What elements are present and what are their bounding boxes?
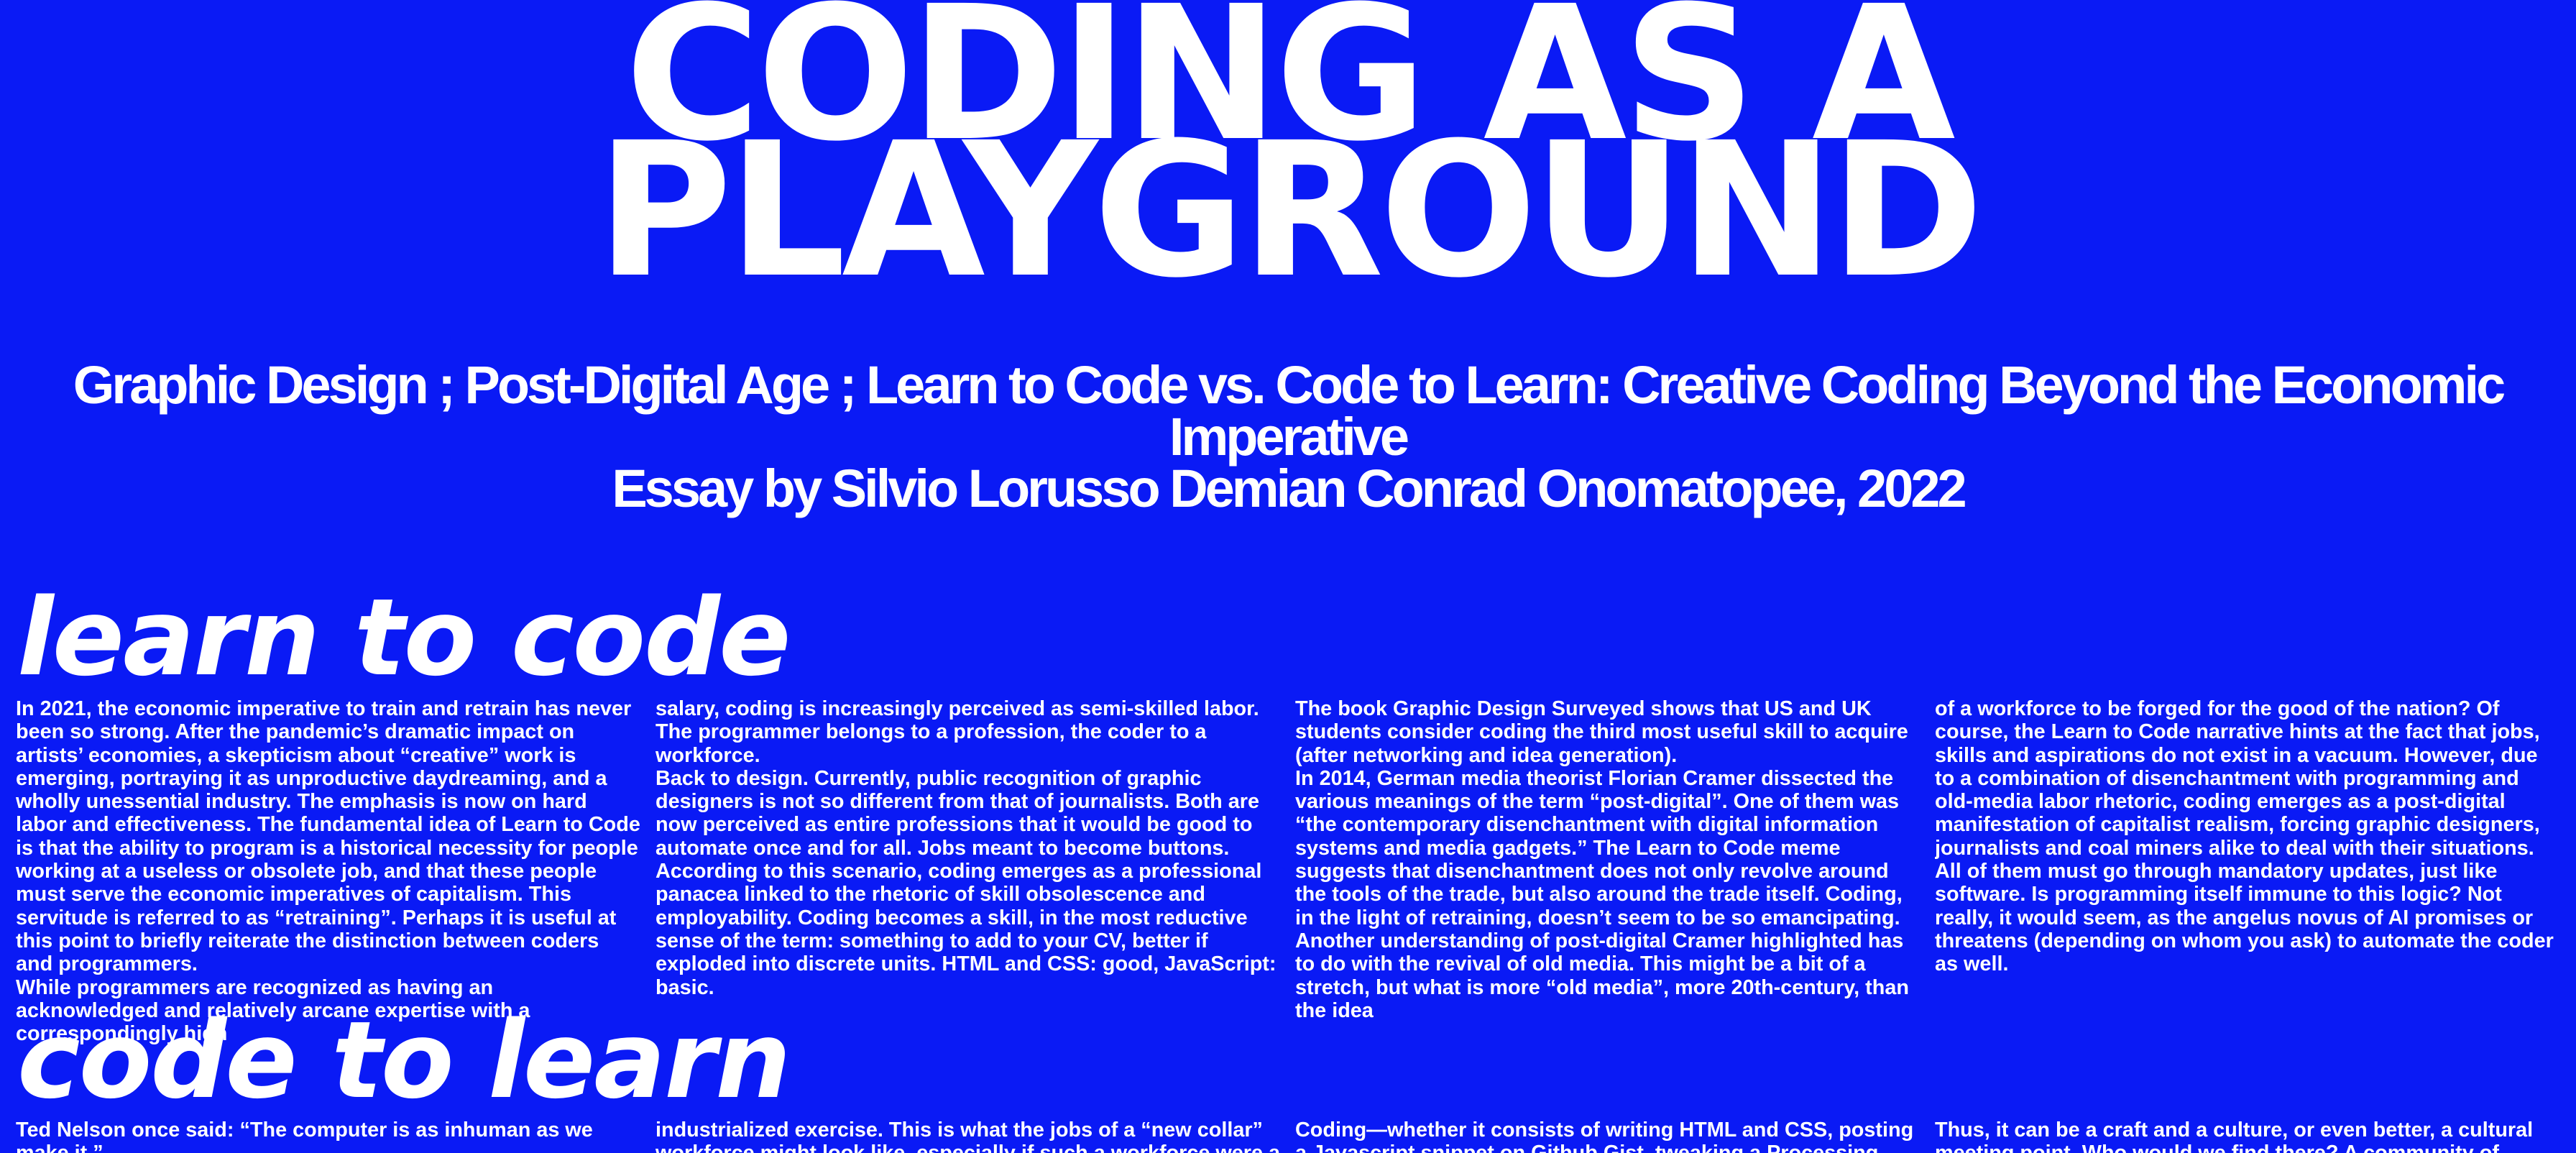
learn-to-code-column-2: salary, coding is increasingly perceived… xyxy=(656,697,1281,999)
learn-to-code-column-1: In 2021, the economic imperative to trai… xyxy=(16,697,641,1045)
paragraph: Coding—whether it consists of writing HT… xyxy=(1295,1118,1914,1153)
paragraph: of a workforce to be forged for the good… xyxy=(1935,697,2554,976)
paragraph: In 2014, German media theorist Florian C… xyxy=(1295,766,1903,929)
section-heading-learn-to-code: learn to code xyxy=(17,576,791,699)
paragraph: salary, coding is increasingly perceived… xyxy=(656,697,1259,767)
code-to-learn-column-4: Thus, it can be a craft and a culture, o… xyxy=(1935,1118,2560,1153)
paragraph: Thus, it can be a craft and a culture, o… xyxy=(1935,1118,2534,1153)
code-to-learn-column-3: Coding—whether it consists of writing HT… xyxy=(1295,1118,1920,1153)
paragraph: The book Graphic Design Surveyed shows t… xyxy=(1295,697,1908,767)
page-subtitle: Graphic Design ; Post-Digital Age ; Lear… xyxy=(0,359,2576,515)
paragraph: Ted Nelson once said: “The computer is a… xyxy=(16,1118,593,1153)
paragraph: Back to design. Currently, public recogn… xyxy=(656,766,1276,999)
paragraph: industrialized exercise. This is what th… xyxy=(656,1118,1280,1153)
learn-to-code-column-4: of a workforce to be forged for the good… xyxy=(1935,697,2560,976)
code-to-learn-column-2: industrialized exercise. This is what th… xyxy=(656,1118,1281,1153)
learn-to-code-column-3: The book Graphic Design Surveyed shows t… xyxy=(1295,697,1920,1022)
paragraph: Another understanding of post-digital Cr… xyxy=(1295,929,1909,1022)
paragraph: In 2021, the economic imperative to trai… xyxy=(16,697,640,976)
page-title-line-2: PLAYGROUND xyxy=(596,103,1984,318)
subtitle-line-2: Imperative xyxy=(1169,407,1409,467)
page-title: CODING AS A PLAYGROUND xyxy=(0,0,2576,318)
subtitle-byline: Essay by Silvio Lorusso Demian Conrad On… xyxy=(612,459,1966,518)
subtitle-line-1: Graphic Design ; Post-Digital Age ; Lear… xyxy=(73,355,2506,415)
code-to-learn-column-1: Ted Nelson once said: “The computer is a… xyxy=(16,1118,641,1153)
section-heading-code-to-learn: code to learn xyxy=(17,998,791,1122)
